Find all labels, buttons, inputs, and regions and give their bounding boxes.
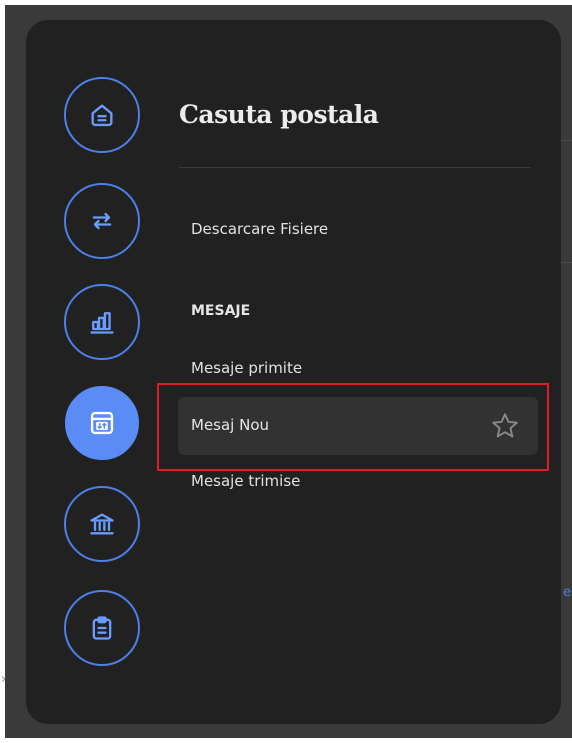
- menu-title: Casuta postala: [179, 100, 379, 129]
- rail-home-button[interactable]: [64, 77, 140, 153]
- navigation-panel: Casuta postala Descarcare Fisiere MESAJE…: [26, 20, 561, 724]
- bank-icon: [90, 513, 114, 535]
- home-icon: [91, 104, 113, 127]
- new-message-link[interactable]: Mesaj Nou: [191, 416, 269, 434]
- download-files-link[interactable]: Descarcare Fisiere: [191, 220, 328, 238]
- rail-reports-button[interactable]: [64, 284, 140, 360]
- sent-messages-link[interactable]: Mesaje trimise: [191, 472, 300, 490]
- rail-clipboard-button[interactable]: [64, 590, 140, 666]
- received-messages-link[interactable]: Mesaje primite: [191, 359, 302, 377]
- rail-transfers-button[interactable]: [64, 183, 140, 259]
- transfer-arrows-icon: [92, 212, 112, 230]
- backdrop-link-fragment[interactable]: e: [563, 585, 571, 600]
- clipboard-icon: [92, 616, 112, 640]
- rail-bank-button[interactable]: [64, 486, 140, 562]
- messages-section-heading: MESAJE: [191, 303, 251, 319]
- rail-mailbox-button[interactable]: [65, 386, 139, 460]
- bar-chart-icon: [90, 312, 114, 334]
- mailbox-icon: [90, 411, 114, 435]
- backdrop-text-fragment: ›: [1, 672, 7, 687]
- new-message-menu-item[interactable]: Mesaj Nou: [178, 397, 538, 455]
- menu-divider: [179, 167, 531, 168]
- star-favorite-icon[interactable]: [488, 410, 522, 442]
